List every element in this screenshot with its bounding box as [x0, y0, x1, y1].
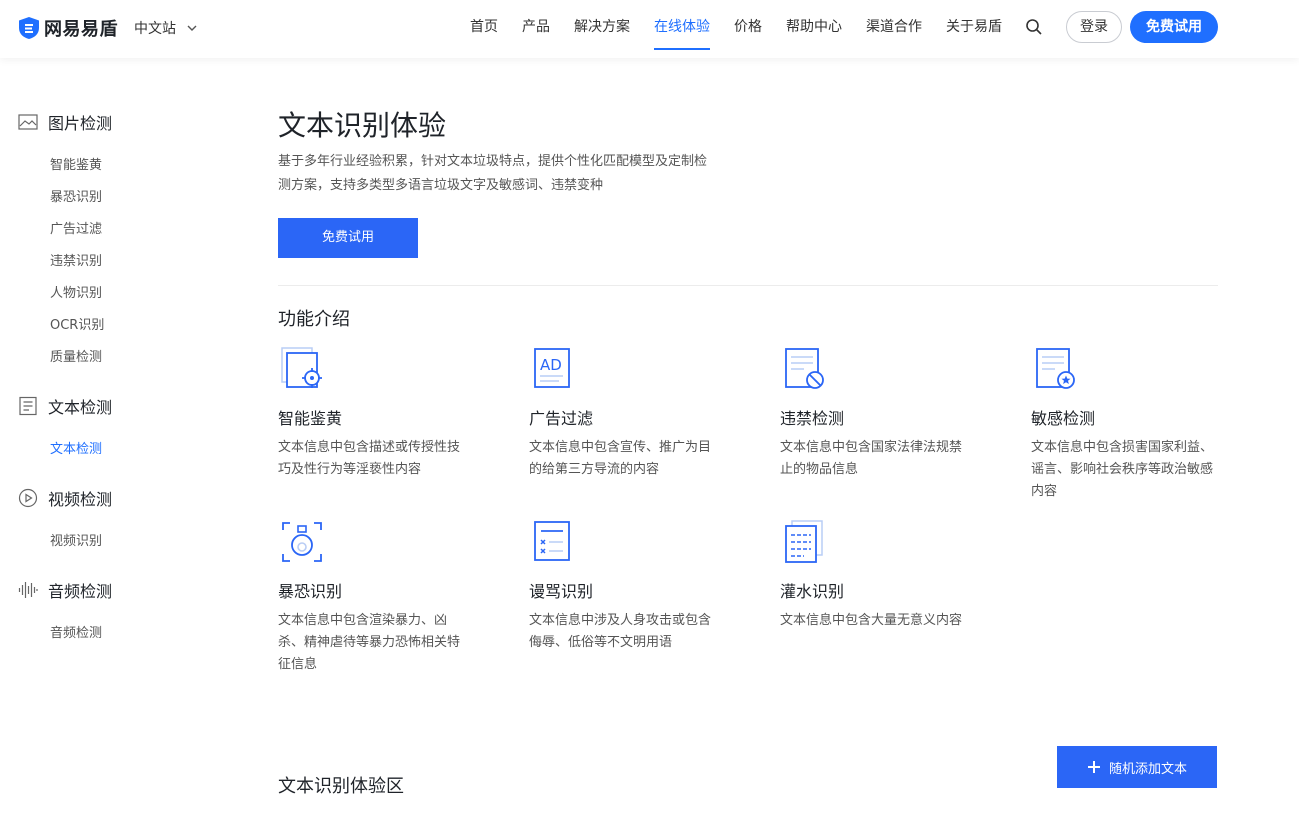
- document-icon: [19, 396, 37, 416]
- feature-name: 智能鉴黄: [278, 409, 343, 428]
- feature-name: 敏感检测: [1031, 409, 1096, 428]
- feature-description: 文本信息中包含国家法律法规禁止的物品信息: [780, 440, 963, 477]
- logo[interactable]: 网易易盾: [18, 14, 118, 42]
- feature-description: 文本信息中包含损害国家利益、谣言、影响社会秩序等政治敏感内容: [1031, 440, 1214, 499]
- feature-card-spam: 灌水识别 文本信息中包含大量无意义内容: [780, 518, 970, 628]
- logo-shield-icon: [19, 17, 39, 39]
- header-trial-button[interactable]: 免费试用: [1130, 11, 1218, 43]
- terror-icon: [282, 522, 322, 562]
- nav-about[interactable]: 关于易盾: [946, 0, 1002, 58]
- page-title: 文本识别体验: [278, 109, 447, 142]
- sensitive-icon: [1036, 348, 1075, 389]
- sidebar-item-ocr[interactable]: OCR识别: [50, 314, 104, 333]
- sidebar-item-porn[interactable]: 智能鉴黄: [50, 154, 102, 173]
- porn-detect-icon: [281, 347, 322, 388]
- section-title: 功能介绍: [278, 309, 350, 330]
- feature-description: 文本信息中包含描述或传授性技巧及性行为等淫亵性内容: [278, 440, 461, 477]
- feature-name: 灌水识别: [780, 582, 845, 601]
- logo-text: 网易易盾: [44, 19, 118, 40]
- feature-description: 文本信息中包含渲染暴力、凶杀、精神虐待等暴力恐怖相关特征信息: [278, 613, 461, 672]
- sidebar-group-label: 音频检测: [48, 582, 113, 601]
- experience-section-title: 文本识别体验区: [278, 776, 404, 797]
- sidebar-group-text[interactable]: 文本检测: [18, 394, 112, 418]
- feature-card-sensitive: 敏感检测 文本信息中包含损害国家利益、谣言、影响社会秩序等政治敏感内容: [1031, 345, 1221, 499]
- sidebar-item-person[interactable]: 人物识别: [50, 282, 102, 301]
- add-random-text-button[interactable]: 随机添加文本: [1057, 746, 1217, 788]
- plus-icon: [1087, 761, 1100, 773]
- play-circle-icon: [18, 488, 38, 508]
- sidebar-item-audio[interactable]: 音频检测: [50, 622, 102, 641]
- audio-wave-icon: [18, 582, 38, 598]
- sidebar-group-label: 图片检测: [48, 114, 113, 133]
- nav-solutions[interactable]: 解决方案: [574, 0, 630, 58]
- main-nav: 首页 产品 解决方案 在线体验 价格 帮助中心 渠道合作 关于易盾: [470, 0, 1026, 58]
- svg-text:AD: AD: [540, 356, 562, 374]
- feature-description: 文本信息中涉及人身攻击或包含侮辱、低俗等不文明用语: [529, 613, 712, 650]
- feature-card-abuse: 谩骂识别 文本信息中涉及人身攻击或包含侮辱、低俗等不文明用语: [529, 518, 719, 650]
- sidebar-item-video[interactable]: 视频识别: [50, 530, 102, 549]
- search-icon[interactable]: [1025, 18, 1043, 36]
- site-label: 中文站: [134, 21, 176, 37]
- feature-name: 违禁检测: [780, 409, 845, 428]
- feature-description: 文本信息中包含宣传、推广为目的给第三方导流的内容: [529, 440, 712, 477]
- sidebar-group-image[interactable]: 图片检测: [18, 110, 112, 134]
- sidebar-item-terror[interactable]: 暴恐识别: [50, 186, 102, 205]
- sidebar-item-quality[interactable]: 质量检测: [50, 346, 102, 365]
- free-trial-button[interactable]: 免费试用: [278, 218, 418, 258]
- sidebar-group-label: 视频检测: [48, 490, 113, 509]
- sidebar-item-text-detect[interactable]: 文本检测: [50, 438, 102, 457]
- spam-icon: [785, 520, 823, 563]
- sidebar-item-prohibited[interactable]: 违禁识别: [50, 250, 102, 269]
- page-description: 基于多年行业经验积累，针对文本垃圾特点，提供个性化匹配模型及定制检测方案，支持多…: [278, 154, 708, 193]
- nav-pricing[interactable]: 价格: [734, 0, 762, 58]
- sidebar-group-label: 文本检测: [48, 398, 113, 417]
- prohibited-icon: [785, 348, 824, 389]
- nav-help[interactable]: 帮助中心: [786, 0, 842, 58]
- feature-name: 暴恐识别: [278, 582, 343, 601]
- divider: [278, 285, 1218, 286]
- feature-description: 文本信息中包含大量无意义内容: [780, 613, 963, 628]
- sidebar-group-video[interactable]: 视频检测: [18, 486, 112, 510]
- site-switcher[interactable]: 中文站: [134, 18, 198, 38]
- login-button[interactable]: 登录: [1066, 11, 1122, 43]
- add-random-text-label: 随机添加文本: [1108, 761, 1187, 777]
- nav-home[interactable]: 首页: [470, 0, 498, 58]
- feature-name: 谩骂识别: [529, 582, 594, 601]
- feature-card-ad: AD 广告过滤 文本信息中包含宣传、推广为目的给第三方导流的内容: [529, 345, 719, 477]
- ad-icon: AD: [534, 348, 570, 388]
- sidebar-item-ad[interactable]: 广告过滤: [50, 218, 102, 237]
- top-header: 网易易盾 中文站 首页 产品 解决方案 在线体验 价格 帮助中心 渠道合作 关于…: [0, 0, 1299, 58]
- nav-online-demo[interactable]: 在线体验: [654, 0, 710, 58]
- feature-card-porn: 智能鉴黄 文本信息中包含描述或传授性技巧及性行为等淫亵性内容: [278, 345, 468, 477]
- feature-name: 广告过滤: [529, 409, 594, 428]
- feature-card-terror: 暴恐识别 文本信息中包含渲染暴力、凶杀、精神虐待等暴力恐怖相关特征信息: [278, 518, 468, 672]
- nav-partners[interactable]: 渠道合作: [866, 0, 922, 58]
- feature-card-prohibited: 违禁检测 文本信息中包含国家法律法规禁止的物品信息: [780, 345, 970, 477]
- sidebar-group-audio[interactable]: 音频检测: [18, 578, 112, 602]
- image-icon: [18, 114, 38, 130]
- abuse-icon: [534, 521, 570, 561]
- chevron-down-icon: [187, 25, 197, 31]
- nav-products[interactable]: 产品: [522, 0, 550, 58]
